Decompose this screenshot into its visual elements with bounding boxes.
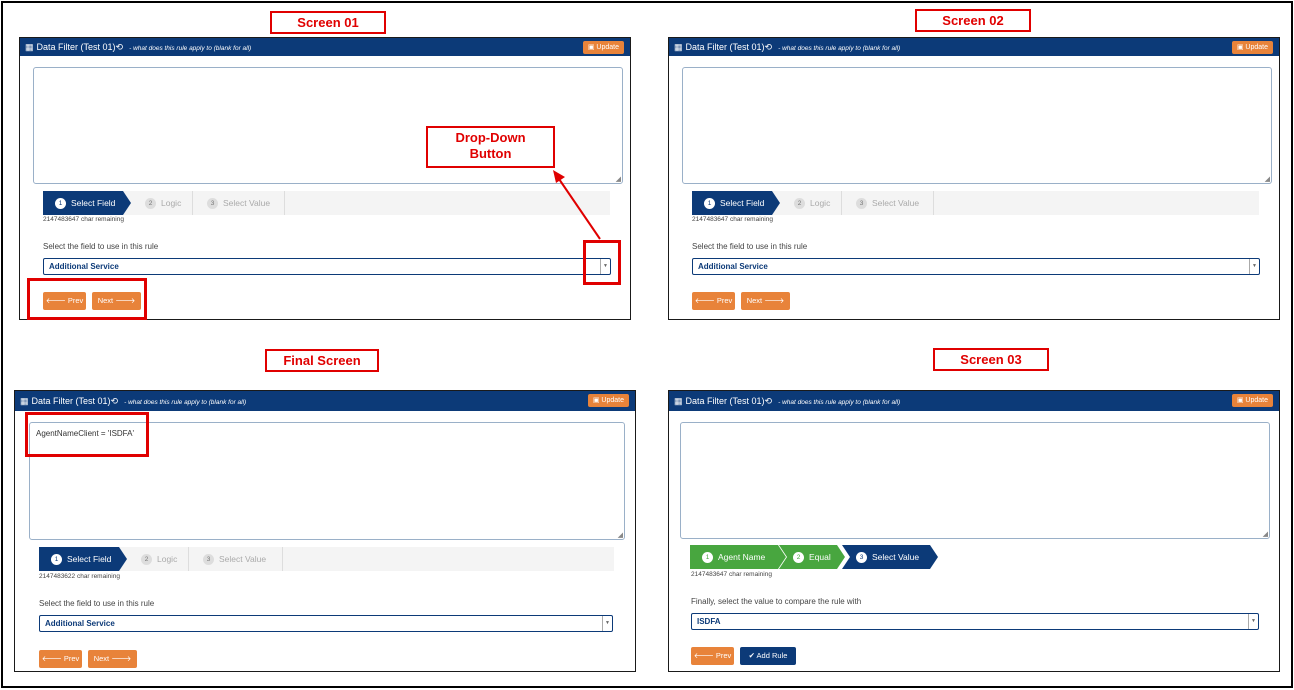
screen-03-panel: ▦ Data Filter (Test 01)⟲ - what does this … — [668, 390, 1280, 672]
rule-textarea[interactable]: ◢ — [682, 67, 1272, 184]
step-select-value[interactable]: 3 Select Value — [842, 191, 934, 215]
add-rule-button[interactable]: ✔ Add Rule — [740, 647, 796, 665]
update-button[interactable]: ▣ Update — [1231, 41, 1273, 54]
panel-subtitle: - what does this rule apply to (blank fo… — [778, 45, 901, 52]
next-label: Next — [746, 296, 763, 305]
update-label: Update — [1245, 44, 1268, 51]
step-number: 2 — [794, 198, 805, 209]
field-label: Select the field to use in this rule — [692, 242, 808, 251]
step-number: 2 — [141, 554, 152, 565]
screenshot-frame: Screen 01 Screen 02 Final Screen Screen … — [1, 1, 1293, 688]
next-label: Next — [93, 654, 110, 663]
rule-textarea[interactable]: ◢ — [680, 422, 1270, 539]
step-select-value[interactable]: 3 Select Value — [842, 545, 938, 569]
panel-title: Data Filter (Test 01) — [685, 396, 765, 406]
history-icon[interactable]: ⟲ — [765, 396, 773, 406]
check-circle-icon: ✔ — [748, 651, 757, 660]
step-label: Select Value — [872, 198, 920, 208]
panel-title: Data Filter (Test 01) — [31, 396, 111, 406]
chevron-down-icon[interactable]: ▼ — [1248, 614, 1258, 629]
char-remaining: 2147483647 char remaining — [691, 571, 772, 578]
prev-label: Prev — [715, 651, 732, 660]
table-icon: ▦ — [674, 396, 683, 406]
update-button[interactable]: ▣ Update — [1231, 394, 1273, 407]
next-button[interactable]: Next 🡒 — [741, 292, 790, 310]
panel-subtitle: - what does this rule apply to (blank fo… — [778, 399, 901, 406]
step-number: 1 — [702, 552, 713, 563]
prev-button[interactable]: 🡐 Prev — [691, 647, 734, 665]
update-label: Update — [601, 397, 624, 404]
arrow-left-icon: 🡐 — [41, 654, 64, 663]
prev-button[interactable]: 🡐 Prev — [39, 650, 82, 668]
step-number: 3 — [203, 554, 214, 565]
steps-bar: 1 Select Field 2 Logic 3 Select Value — [39, 547, 614, 571]
prev-button[interactable]: 🡐 Prev — [692, 292, 735, 310]
panel-title: Data Filter (Test 01) — [685, 42, 765, 52]
select-value: Additional Service — [45, 619, 115, 628]
chevron-down-icon[interactable]: ▼ — [602, 616, 612, 631]
step-equal[interactable]: 2 Equal — [779, 545, 845, 569]
resize-grip-icon[interactable]: ◢ — [1263, 531, 1268, 538]
add-rule-label: Add Rule — [756, 651, 788, 660]
history-icon[interactable]: ⟲ — [111, 396, 119, 406]
prev-label: Prev — [716, 296, 733, 305]
steps-bar: 1 Agent Name 2 Equal 3 Select Value — [690, 545, 938, 569]
arrow-left-icon: 🡐 — [694, 296, 717, 305]
panel-header: ▦ Data Filter (Test 01)⟲ - what does this … — [669, 391, 1279, 411]
select-value: ISDFA — [697, 617, 721, 626]
arrow-right-icon: 🡒 — [109, 654, 132, 663]
step-logic[interactable]: 2 Logic — [127, 547, 189, 571]
panel-subtitle: - what does this rule apply to (blank fo… — [124, 399, 247, 406]
step-label: Select Value — [872, 552, 920, 562]
step-number: 3 — [856, 552, 867, 563]
step-number: 2 — [793, 552, 804, 563]
step-label: Select Field — [720, 198, 765, 208]
step-agent-name[interactable]: 1 Agent Name — [690, 545, 786, 569]
step-label: Select Value — [219, 554, 267, 564]
step-select-field[interactable]: 1 Select Field — [692, 191, 780, 215]
step-label: Select Field — [67, 554, 112, 564]
step-number: 1 — [704, 198, 715, 209]
table-icon: ▦ — [674, 42, 683, 52]
arrow-left-icon: 🡐 — [693, 651, 716, 660]
update-label: Update — [1245, 397, 1268, 404]
field-label: Finally, select the value to compare the… — [691, 597, 862, 606]
step-number: 1 — [51, 554, 62, 565]
step-label: Equal — [809, 552, 831, 562]
select-value: Additional Service — [698, 262, 768, 271]
history-icon[interactable]: ⟲ — [765, 42, 773, 52]
arrow-right-icon: 🡒 — [762, 296, 785, 305]
step-label: Agent Name — [718, 552, 766, 562]
steps-bar: 1 Select Field 2 Logic 3 Select Value — [692, 191, 1259, 215]
next-button[interactable]: Next 🡒 — [88, 650, 137, 668]
screen-02-panel: ▦ Data Filter (Test 01)⟲ - what does this … — [668, 37, 1280, 320]
chevron-down-icon[interactable]: ▼ — [1249, 259, 1259, 274]
step-label: Logic — [810, 198, 831, 208]
update-button[interactable]: ▣ Update — [587, 394, 629, 407]
step-logic[interactable]: 2 Logic — [780, 191, 842, 215]
step-number: 3 — [856, 198, 867, 209]
resize-grip-icon[interactable]: ◢ — [618, 532, 623, 539]
field-select[interactable]: Additional Service ▼ — [692, 258, 1260, 275]
highlight-rule-text — [25, 412, 149, 457]
char-remaining: 2147483647 char remaining — [692, 216, 773, 223]
panel-header: ▦ Data Filter (Test 01)⟲ - what does this … — [15, 391, 635, 411]
field-select[interactable]: Additional Service ▼ — [39, 615, 613, 632]
step-select-field[interactable]: 1 Select Field — [39, 547, 127, 571]
value-select[interactable]: ISDFA ▼ — [691, 613, 1259, 630]
resize-grip-icon[interactable]: ◢ — [1265, 176, 1270, 183]
table-icon: ▦ — [20, 396, 29, 406]
char-remaining: 2147483622 char remaining — [39, 573, 120, 580]
step-select-value[interactable]: 3 Select Value — [189, 547, 283, 571]
panel-header: ▦ Data Filter (Test 01)⟲ - what does this … — [669, 38, 1279, 56]
prev-label: Prev — [63, 654, 80, 663]
field-label: Select the field to use in this rule — [39, 599, 155, 608]
step-label: Logic — [157, 554, 178, 564]
